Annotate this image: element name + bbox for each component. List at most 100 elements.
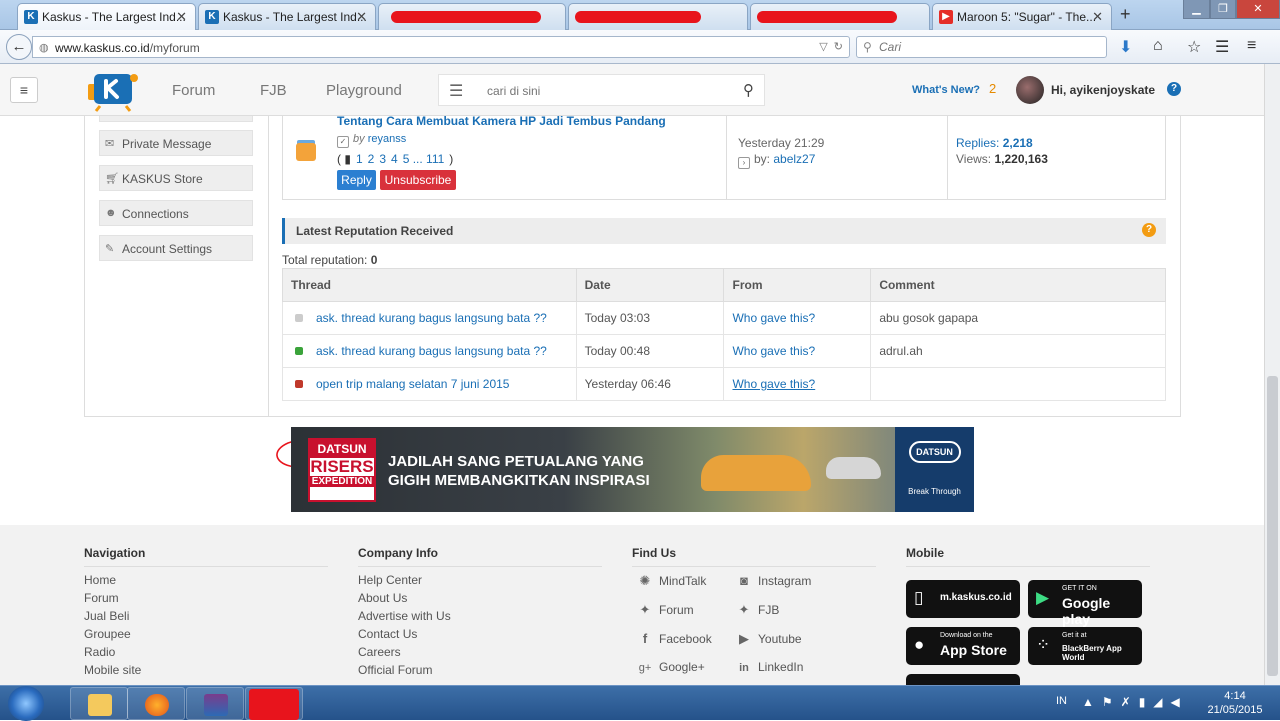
browser-tab-1[interactable]: K Kaskus - The Largest Ind... ✕	[17, 3, 196, 30]
footer-link-careers[interactable]: Careers	[358, 645, 401, 659]
page-scrollbar[interactable]	[1264, 64, 1280, 685]
app-store-badge[interactable]: ● Download on the App Store	[906, 627, 1020, 665]
footer-heading-mobile: Mobile	[906, 546, 944, 560]
unsubscribe-button[interactable]: Unsubscribe	[380, 170, 456, 190]
blackberry-badge[interactable]: ⁘ Get it at BlackBerry App World	[1028, 627, 1142, 665]
thread-link[interactable]: ask. thread kurang bagus langsung bata ?…	[316, 344, 547, 358]
sidebar-item-private-message[interactable]: ✉ Private Message	[99, 130, 253, 156]
last-post-user-link[interactable]: abelz27	[773, 152, 815, 166]
home-icon[interactable]: ⌂	[1153, 37, 1163, 55]
close-tab-icon[interactable]: ✕	[1092, 9, 1103, 25]
nav-fjb[interactable]: FJB	[260, 82, 287, 99]
search-category-menu-icon[interactable]: ☰	[449, 81, 463, 101]
thread-author-link[interactable]: reyanss	[368, 133, 407, 145]
checkbox-icon[interactable]: ✓	[337, 136, 349, 148]
taskbar-clock[interactable]: 4:14 21/05/2015	[1200, 689, 1270, 717]
nav-forum[interactable]: Forum	[172, 82, 215, 99]
language-indicator[interactable]: IN	[1056, 695, 1067, 707]
user-greeting[interactable]: Hi, ayikenjoyskate	[1051, 83, 1155, 97]
taskbar-winrar[interactable]	[186, 687, 244, 720]
bookmarks-list-icon[interactable]: ☰	[1215, 37, 1229, 57]
footer-link-home[interactable]: Home	[84, 573, 116, 587]
footer-link-contact-us[interactable]: Contact Us	[358, 627, 417, 641]
who-gave-this-link[interactable]: Who gave this?	[732, 377, 815, 391]
footer-link-linkedin[interactable]: in LinkedIn	[736, 660, 803, 674]
goto-post-icon[interactable]: ›	[738, 157, 750, 169]
taskbar-firefox[interactable]	[127, 687, 185, 720]
taskbar-explorer[interactable]	[70, 687, 128, 720]
from-cell: Who gave this?	[723, 334, 872, 368]
footer-link-twitter-forum[interactable]: ✦ Forum	[637, 602, 694, 618]
mobile-site-badge[interactable]: ▯ m.kaskus.co.id	[906, 580, 1020, 618]
reply-button[interactable]: Reply	[337, 170, 376, 190]
help-icon[interactable]: ?	[1142, 223, 1156, 237]
who-gave-this-link[interactable]: Who gave this?	[732, 344, 815, 358]
browser-tab-5[interactable]	[750, 3, 930, 30]
page-link[interactable]: 3	[379, 152, 386, 166]
thread-link[interactable]: ask. thread kurang bagus langsung bata ?…	[316, 311, 547, 325]
page-link[interactable]: 2	[368, 152, 375, 166]
restore-window-icon[interactable]: ❐	[1210, 0, 1236, 19]
windows-start-icon[interactable]	[8, 686, 44, 721]
new-tab-icon[interactable]: +	[1120, 4, 1131, 25]
footer-link-youtube[interactable]: ▶ Youtube	[736, 631, 802, 647]
url-bar[interactable]: ◍ www.kaskus.co.id/myforum ▽ ↻	[32, 36, 850, 58]
browser-menu-icon[interactable]: ≡	[1247, 37, 1256, 55]
browser-tab-3[interactable]	[378, 3, 566, 30]
thread-link[interactable]: open trip malang selatan 7 juni 2015	[316, 377, 509, 391]
footer-link-advertise[interactable]: Advertise with Us	[358, 609, 451, 623]
google-play-badge[interactable]: ▶ GET IT ON Google play	[1028, 580, 1142, 627]
close-tab-icon[interactable]: ✕	[356, 9, 367, 25]
browser-tab-4[interactable]	[568, 3, 748, 30]
scrollbar-thumb[interactable]	[1267, 376, 1278, 676]
car-image	[701, 455, 811, 491]
thread-title-link[interactable]: Tentang Cara Membuat Kamera HP Jadi Temb…	[337, 114, 666, 128]
footer-link-help-center[interactable]: Help Center	[358, 573, 422, 587]
browser-tab-2[interactable]: K Kaskus - The Largest Ind... ✕	[198, 3, 376, 30]
help-icon[interactable]: ?	[1167, 82, 1181, 96]
page-link[interactable]: 4	[391, 152, 398, 166]
back-arrow-icon[interactable]: ←	[6, 34, 32, 60]
browser-search-box[interactable]: ⚲	[856, 36, 1107, 58]
avatar[interactable]	[1016, 76, 1044, 104]
page-link[interactable]: 1	[356, 152, 363, 166]
footer-link-groupee[interactable]: Groupee	[84, 627, 131, 641]
minimize-window-icon[interactable]: ▁	[1183, 0, 1210, 19]
footer-link-about-us[interactable]: About Us	[358, 591, 407, 605]
replies-count[interactable]: Replies: 2,218	[956, 136, 1033, 150]
who-gave-this-link[interactable]: Who gave this?	[732, 311, 815, 325]
hamburger-menu-icon[interactable]: ≡	[10, 77, 38, 103]
bookmark-star-icon[interactable]: ☆	[1187, 37, 1201, 57]
browser-search-input[interactable]	[879, 39, 1099, 55]
footer-link-instagram[interactable]: ◙ Instagram	[736, 573, 811, 588]
datsun-banner-ad[interactable]: DATSUN RISERS EXPEDITION JADILAH SANG PE…	[291, 427, 974, 512]
search-icon[interactable]: ⚲	[743, 81, 754, 99]
kaskus-logo[interactable]	[86, 70, 140, 112]
notification-count-badge[interactable]: 2	[989, 81, 996, 96]
system-tray-icons[interactable]: ▲⚑✗▮◢◀	[1082, 695, 1188, 709]
footer-link-mindtalk[interactable]: ✺ MindTalk	[637, 573, 707, 589]
footer-link-twitter-fjb[interactable]: ✦ FJB	[736, 602, 780, 618]
browser-tab-6[interactable]: ▶ Maroon 5: "Sugar" - The... ✕	[932, 3, 1112, 30]
whats-new-link[interactable]: What's New?	[912, 84, 980, 96]
footer-link-radio[interactable]: Radio	[84, 645, 115, 659]
footer-link-facebook[interactable]: f Facebook	[637, 631, 712, 646]
download-icon[interactable]: ⬇	[1119, 37, 1132, 57]
footer-link-mobile-site[interactable]: Mobile site	[84, 663, 141, 677]
kaskus-search-input[interactable]	[487, 82, 727, 100]
page-link[interactable]: 5 ... 111	[403, 152, 445, 166]
sidebar-item-connections[interactable]: ☻ Connections	[99, 200, 253, 226]
sidebar-item-kaskus-store[interactable]: 🛒︎ KASKUS Store	[99, 165, 253, 191]
footer-link-forum[interactable]: Forum	[84, 591, 119, 605]
reload-icon[interactable]: ▽ ↻	[819, 40, 843, 53]
from-cell: Who gave this?	[723, 367, 872, 401]
footer-link-google-plus[interactable]: g+ Google+	[637, 660, 705, 674]
taskbar-app-redacted[interactable]	[245, 687, 303, 720]
close-tab-icon[interactable]: ✕	[176, 9, 187, 25]
nav-playground[interactable]: Playground	[326, 82, 402, 99]
footer-link-jual-beli[interactable]: Jual Beli	[84, 609, 129, 623]
sidebar-item-account-settings[interactable]: ✎ Account Settings	[99, 235, 253, 261]
close-window-icon[interactable]: ✕	[1236, 0, 1280, 19]
footer-link-official-forum[interactable]: Official Forum	[358, 663, 432, 677]
store-badge-partial[interactable]	[906, 674, 1020, 685]
